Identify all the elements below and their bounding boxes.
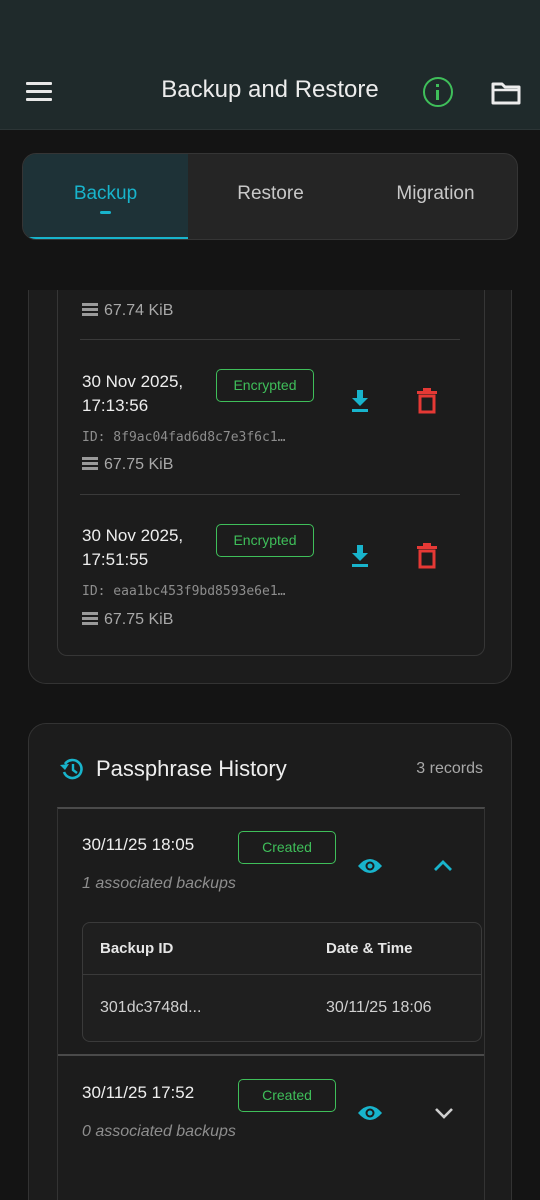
page-title: Backup and Restore bbox=[161, 76, 379, 103]
cell-date-time: 30/11/25 18:06 bbox=[326, 999, 432, 1016]
divider bbox=[58, 1054, 484, 1056]
passphrase-records: 30/11/25 18:05 Created 1 associated back… bbox=[57, 807, 485, 1200]
passphrase-history-card: Passphrase History 3 records 30/11/25 18… bbox=[28, 723, 512, 1200]
associated-backups: 1 associated backups bbox=[82, 875, 236, 892]
delete-icon[interactable] bbox=[416, 543, 438, 569]
associated-backups-table: Backup ID Date & Time 301dc3748d... 30/1… bbox=[82, 922, 482, 1042]
tab-migration-label: Migration bbox=[396, 183, 475, 204]
storage-icon bbox=[82, 303, 98, 316]
associated-backups: 0 associated backups bbox=[82, 1123, 236, 1140]
backup-size: 67.75 KiB bbox=[82, 611, 173, 629]
tab-backup[interactable]: Backup bbox=[23, 154, 188, 239]
records-count: 3 records bbox=[416, 760, 483, 777]
cell-backup-id: 301dc3748d... bbox=[100, 999, 202, 1016]
created-badge: Created bbox=[238, 831, 336, 864]
backups-list[interactable]: 67.74 KiB 30 Nov 2025, 17:13:56 Encrypte… bbox=[57, 290, 485, 656]
chevron-down-icon[interactable] bbox=[433, 1106, 455, 1120]
table-header: Backup ID Date & Time bbox=[83, 923, 481, 975]
delete-icon[interactable] bbox=[416, 388, 438, 414]
backup-id: ID: 8f9ac04fad6d8c7e3f6c1… bbox=[82, 430, 286, 445]
tab-active-underline bbox=[25, 237, 188, 239]
divider bbox=[80, 494, 460, 495]
tab-indicator-dot bbox=[100, 211, 111, 214]
backup-date: 30 Nov 2025, 17:51:55 bbox=[82, 526, 184, 569]
encrypted-badge: Encrypted bbox=[216, 524, 314, 557]
record-date: 30/11/25 18:05 bbox=[82, 835, 195, 854]
backup-date: 30 Nov 2025, 17:13:56 bbox=[82, 372, 184, 415]
backup-size: 67.74 KiB bbox=[82, 302, 173, 320]
eye-icon[interactable] bbox=[357, 857, 383, 875]
tab-bar: Backup Restore Migration bbox=[22, 153, 518, 240]
encrypted-badge: Encrypted bbox=[216, 369, 314, 402]
created-badge: Created bbox=[238, 1079, 336, 1112]
record-date: 30/11/25 17:52 bbox=[82, 1083, 195, 1102]
app-bar: Backup and Restore bbox=[0, 0, 540, 130]
backup-size: 67.75 KiB bbox=[82, 456, 173, 474]
tab-backup-label: Backup bbox=[73, 183, 138, 204]
tab-restore[interactable]: Restore bbox=[188, 154, 353, 239]
download-icon[interactable] bbox=[348, 388, 372, 414]
divider bbox=[80, 339, 460, 340]
eye-icon[interactable] bbox=[357, 1104, 383, 1122]
download-icon[interactable] bbox=[348, 543, 372, 569]
folder-icon[interactable] bbox=[490, 80, 522, 106]
tab-restore-label: Restore bbox=[237, 183, 304, 204]
storage-icon bbox=[82, 612, 98, 625]
chevron-up-icon[interactable] bbox=[432, 859, 454, 873]
section-title: Passphrase History bbox=[96, 756, 287, 781]
info-icon[interactable] bbox=[423, 77, 453, 107]
storage-icon bbox=[82, 457, 98, 470]
backup-id: ID: eaa1bc453f9bd8593e6e1… bbox=[82, 584, 286, 599]
tab-migration[interactable]: Migration bbox=[353, 154, 517, 239]
column-header-date-time: Date & Time bbox=[326, 940, 413, 957]
column-header-backup-id: Backup ID bbox=[100, 940, 174, 957]
history-icon bbox=[59, 756, 85, 782]
backups-card: 67.74 KiB 30 Nov 2025, 17:13:56 Encrypte… bbox=[28, 290, 512, 684]
